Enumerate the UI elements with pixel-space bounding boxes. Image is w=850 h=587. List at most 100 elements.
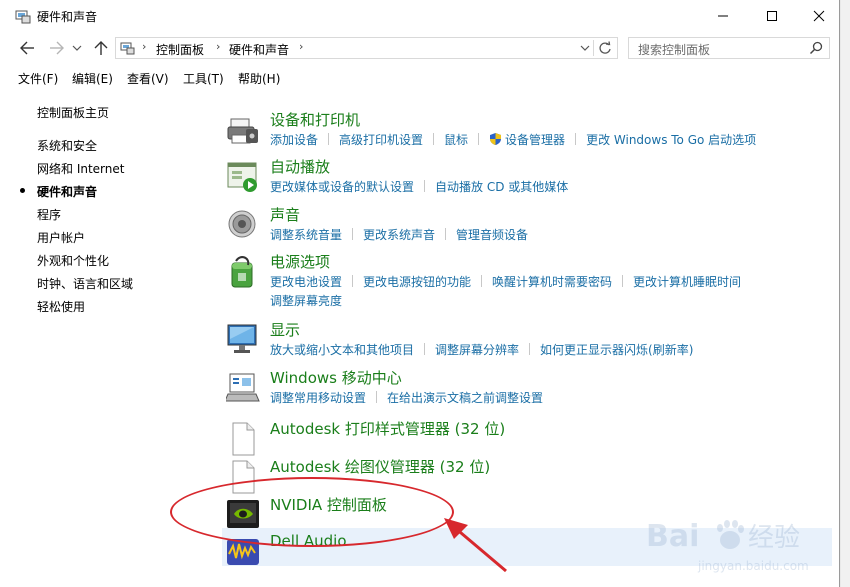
active-bullet	[20, 188, 25, 193]
minimize-icon	[718, 15, 728, 17]
link-media-defaults[interactable]: 更改媒体或设备的默认设置	[270, 178, 414, 195]
link-change-sounds[interactable]: 更改系统声音	[363, 226, 435, 243]
menu-bar: 文件(F) 编辑(E) 查看(V) 工具(T) 帮助(H)	[0, 66, 840, 88]
menu-edit[interactable]: 编辑(E)	[72, 70, 113, 87]
sidebar-item-system-security[interactable]: 系统和安全	[37, 137, 97, 154]
divider	[593, 40, 594, 56]
category-title[interactable]: Windows 移动中心	[270, 367, 402, 388]
category-title[interactable]: 显示	[270, 319, 300, 340]
link-text-size[interactable]: 放大或缩小文本和其他项目	[270, 341, 414, 358]
link-adjust-volume[interactable]: 调整系统音量	[270, 226, 342, 243]
link-device-manager[interactable]: 设备管理器	[505, 131, 565, 148]
chevron-down-icon	[72, 45, 82, 51]
window-title: 硬件和声音	[37, 10, 98, 24]
back-button[interactable]	[16, 38, 38, 58]
link-battery-settings[interactable]: 更改电池设置	[270, 273, 342, 290]
control-panel-icon	[15, 10, 31, 24]
up-button[interactable]	[90, 38, 112, 58]
link-separator	[433, 133, 435, 145]
category-title[interactable]: 电源选项	[270, 251, 330, 272]
sidebar-item-network[interactable]: 网络和 Internet	[37, 160, 124, 177]
link-separator	[529, 343, 531, 355]
arrow-up-icon	[94, 41, 108, 55]
sidebar-item-programs[interactable]: 程序	[37, 206, 61, 223]
breadcrumb-hardware-sound[interactable]: 硬件和声音	[229, 41, 289, 58]
link-windows-to-go[interactable]: 更改 Windows To Go 启动选项	[586, 131, 756, 148]
sidebar-item-hardware-sound[interactable]: 硬件和声音	[37, 183, 97, 200]
link-add-device[interactable]: 添加设备	[270, 131, 318, 148]
menu-file[interactable]: 文件(F)	[18, 70, 58, 87]
category-links-row2: 调整屏幕亮度	[270, 292, 342, 309]
control-panel-window: 硬件和声音 › 控制面板 › 硬件和声音 › 搜索控制面板 文件(F) 编辑(E…	[0, 0, 840, 587]
sidebar-item-clock-region[interactable]: 时钟、语言和区域	[37, 275, 133, 292]
category-links: 放大或缩小文本和其他项目 调整屏幕分辨率 如何更正显示器闪烁(刷新率)	[270, 341, 693, 358]
menu-help[interactable]: 帮助(H)	[238, 70, 280, 87]
monitor-icon	[227, 324, 257, 353]
search-placeholder: 搜索控制面板	[638, 43, 711, 57]
speaker-icon	[228, 210, 256, 238]
link-screen-brightness[interactable]: 调整屏幕亮度	[270, 292, 342, 309]
breadcrumb-separator: ›	[142, 40, 147, 53]
link-mouse[interactable]: 鼠标	[444, 131, 468, 148]
link-separator	[424, 180, 426, 192]
link-screen-resolution[interactable]: 调整屏幕分辨率	[435, 341, 519, 358]
autoplay-icon	[227, 162, 257, 192]
category-title[interactable]: Autodesk 打印样式管理器 (32 位)	[270, 418, 505, 439]
search-box[interactable]: 搜索控制面板	[628, 37, 830, 59]
category-title[interactable]: Autodesk 绘图仪管理器 (32 位)	[270, 456, 490, 477]
chevron-down-icon[interactable]	[580, 44, 590, 52]
sidebar-item-home[interactable]: 控制面板主页	[37, 104, 109, 121]
link-separator	[352, 275, 354, 287]
watermark-url: jingyan.baidu.com	[697, 559, 809, 573]
annotation-oval	[170, 477, 454, 547]
link-sleep-time[interactable]: 更改计算机睡眠时间	[633, 273, 741, 290]
breadcrumb-separator: ›	[216, 40, 221, 53]
background-window-edge	[841, 0, 850, 587]
sidebar-item-user-accounts[interactable]: 用户帐户	[37, 229, 85, 246]
address-bar[interactable]: › 控制面板 › 硬件和声音 ›	[115, 37, 618, 59]
link-separator	[328, 133, 330, 145]
category-title[interactable]: 自动播放	[270, 156, 330, 177]
link-advanced-printer[interactable]: 高级打印机设置	[339, 131, 423, 148]
menu-tools[interactable]: 工具(T)	[183, 70, 224, 87]
close-icon	[813, 10, 825, 22]
close-button[interactable]	[796, 0, 842, 32]
link-separator	[481, 275, 483, 287]
annotation-arrow-icon	[444, 518, 507, 573]
sidebar-item-ease-of-access[interactable]: 轻松使用	[37, 298, 85, 315]
maximize-icon	[767, 11, 777, 21]
breadcrumb-control-panel[interactable]: 控制面板	[156, 41, 204, 58]
category-links: 调整常用移动设置 在给出演示文稿之前调整设置	[270, 389, 543, 406]
link-separator	[622, 275, 624, 287]
refresh-icon[interactable]	[598, 41, 612, 55]
category-links: 添加设备 高级打印机设置 鼠标 设备管理器 更改 Windows To Go 启动选项	[270, 131, 756, 148]
arrow-left-icon	[20, 41, 34, 55]
link-separator	[424, 343, 426, 355]
baidu-watermark: Bai 经验 jingyan.baidu.com	[640, 508, 830, 578]
category-title[interactable]: 设备和打印机	[270, 109, 360, 130]
breadcrumb-separator: ›	[299, 40, 304, 53]
search-icon[interactable]	[809, 41, 823, 55]
link-autoplay-cd[interactable]: 自动播放 CD 或其他媒体	[435, 178, 568, 195]
category-title[interactable]: 声音	[270, 204, 300, 225]
arrow-right-icon	[50, 41, 64, 55]
power-icon	[231, 256, 253, 288]
link-manage-audio[interactable]: 管理音频设备	[456, 226, 528, 243]
forward-button[interactable]	[46, 38, 68, 58]
watermark-brand-2: 经验	[748, 523, 800, 553]
minimize-button[interactable]	[700, 0, 746, 32]
link-mobility-settings[interactable]: 调整常用移动设置	[270, 389, 366, 406]
link-power-button[interactable]: 更改电源按钮的功能	[363, 273, 471, 290]
mobility-center-icon	[226, 373, 260, 402]
control-panel-small-icon	[120, 42, 135, 55]
maximize-button[interactable]	[749, 0, 795, 32]
title-bar: 硬件和声音	[0, 0, 840, 32]
sidebar-item-appearance[interactable]: 外观和个性化	[37, 252, 109, 269]
link-refresh-rate[interactable]: 如何更正显示器闪烁(刷新率)	[540, 341, 693, 358]
link-presentation-settings[interactable]: 在给出演示文稿之前调整设置	[387, 389, 543, 406]
link-separator	[352, 228, 354, 240]
link-wake-password[interactable]: 唤醒计算机时需要密码	[492, 273, 612, 290]
recent-locations-button[interactable]	[70, 38, 84, 58]
watermark-brand: Bai	[646, 519, 699, 554]
menu-view[interactable]: 查看(V)	[127, 70, 169, 87]
